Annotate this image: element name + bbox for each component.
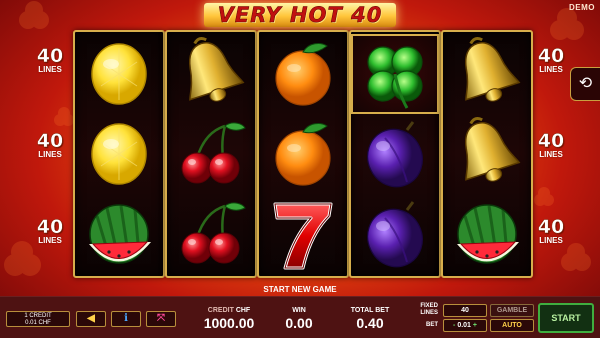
bet-label: BET bbox=[426, 322, 438, 328]
reel-cell bbox=[351, 194, 439, 274]
reel-cell bbox=[351, 114, 439, 194]
watermelon-icon bbox=[87, 203, 153, 265]
reel-cell bbox=[259, 34, 347, 114]
win-value: 0.00 bbox=[285, 315, 313, 331]
reel-cell-highlighted bbox=[351, 34, 439, 114]
watermelon-icon bbox=[455, 203, 521, 265]
reel-cell bbox=[75, 34, 163, 114]
reel-2 bbox=[165, 30, 257, 278]
bell-icon bbox=[172, 34, 245, 105]
fullscreen-icon: ⤧ bbox=[157, 313, 165, 324]
reel-cell bbox=[75, 194, 163, 274]
fixed-lines-field: 40 bbox=[443, 304, 487, 317]
lines-number: 40 bbox=[537, 130, 565, 152]
history-icon: ⟲ bbox=[578, 75, 593, 92]
bell-icon bbox=[448, 34, 521, 105]
lines-number: 40 bbox=[537, 45, 565, 67]
reel-cell bbox=[167, 34, 255, 114]
lines-number: 40 bbox=[537, 216, 565, 238]
lines-indicator-left-top: 40 LINES bbox=[32, 45, 68, 74]
lemon-icon bbox=[91, 43, 147, 105]
sound-button[interactable]: ◀ bbox=[76, 311, 106, 327]
lines-indicator-right-bottom: 40 LINES bbox=[533, 216, 569, 245]
reel-cell bbox=[443, 34, 531, 114]
info-icon: i bbox=[124, 313, 128, 324]
credit-display: CREDIT CHF 1000.00 bbox=[196, 306, 262, 331]
lines-indicator-left-middle: 40 LINES bbox=[32, 130, 68, 159]
reel-5 bbox=[441, 30, 533, 278]
total-bet-label: TOTAL BET bbox=[350, 307, 390, 314]
win-label: WIN bbox=[292, 307, 306, 314]
bet-decrease-button[interactable]: - bbox=[453, 322, 455, 329]
denomination-value: 0.01 CHF bbox=[25, 320, 51, 326]
reel-4 bbox=[349, 30, 441, 278]
orange-icon bbox=[275, 122, 331, 186]
fixed-lines-label: FIXED LINES bbox=[420, 303, 438, 316]
start-button[interactable]: START bbox=[538, 303, 594, 333]
speaker-icon: ◀ bbox=[87, 313, 95, 324]
game-title: VERY HOT 40 bbox=[203, 3, 397, 27]
denomination-button[interactable]: 1 CREDIT 0.01 CHF bbox=[6, 311, 70, 327]
reel-cell bbox=[443, 194, 531, 274]
reel-3 bbox=[257, 30, 349, 278]
cherries-icon bbox=[180, 121, 247, 185]
info-button[interactable]: i bbox=[111, 311, 141, 327]
bet-value: 0.01 bbox=[457, 322, 471, 329]
win-display: WIN 0.00 bbox=[274, 306, 324, 331]
demo-badge: DEMO bbox=[569, 3, 595, 12]
lemon-icon bbox=[91, 123, 147, 185]
plum-icon bbox=[356, 198, 434, 274]
lines-number: 40 bbox=[36, 45, 64, 67]
seven-icon bbox=[273, 202, 333, 270]
history-button[interactable]: ⟲ bbox=[570, 67, 600, 101]
lines-number: 40 bbox=[36, 216, 64, 238]
reel-cell bbox=[167, 194, 255, 274]
bet-increase-button[interactable]: + bbox=[473, 322, 477, 329]
reel-cell bbox=[443, 114, 531, 194]
lines-number: 40 bbox=[36, 130, 64, 152]
total-bet-display: TOTAL BET 0.40 bbox=[340, 306, 400, 331]
orange-icon bbox=[275, 42, 331, 106]
lines-indicator-right-middle: 40 LINES bbox=[533, 130, 569, 159]
denomination-credit: 1 CREDIT bbox=[24, 313, 52, 319]
gamble-button[interactable]: GAMBLE bbox=[490, 304, 534, 317]
lines-indicator-right-top: 40 LINES bbox=[533, 45, 569, 74]
bet-stepper[interactable]: - 0.01 + bbox=[443, 319, 487, 332]
status-message: START NEW GAME bbox=[263, 285, 337, 294]
reel-cell bbox=[259, 194, 347, 274]
credit-value: 1000.00 bbox=[203, 315, 255, 331]
title-bar: VERY HOT 40 bbox=[0, 3, 600, 27]
reel-cell bbox=[75, 114, 163, 194]
plum-icon bbox=[356, 118, 434, 194]
lines-indicator-left-bottom: 40 LINES bbox=[32, 216, 68, 245]
clover-icon bbox=[366, 45, 424, 110]
auto-button[interactable]: AUTO bbox=[490, 319, 534, 332]
total-bet-value: 0.40 bbox=[356, 315, 384, 331]
reel-1 bbox=[73, 30, 165, 278]
reel-cell bbox=[259, 114, 347, 194]
reel-cell bbox=[167, 114, 255, 194]
credit-label: CREDIT CHF bbox=[207, 307, 251, 314]
bell-icon bbox=[448, 114, 521, 185]
fullscreen-button[interactable]: ⤧ bbox=[146, 311, 176, 327]
cherries-icon bbox=[180, 201, 247, 265]
